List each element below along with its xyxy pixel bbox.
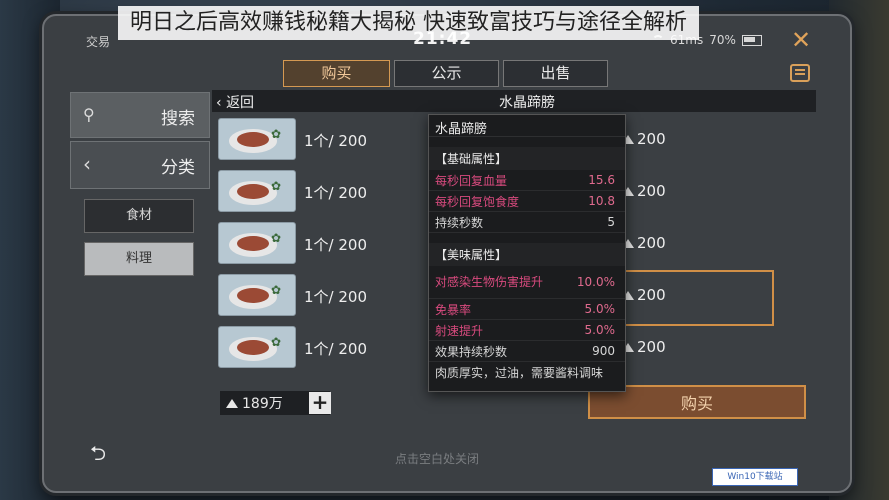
tooltip-stat-row: 免暴率 5.0% (429, 299, 625, 320)
watermark-logo: Win10下载站 (712, 468, 798, 486)
search-button[interactable]: ⚲ 搜索 (70, 92, 210, 138)
tab-buy[interactable]: 购买 (283, 60, 390, 87)
record-icon[interactable] (790, 64, 810, 82)
battery-icon (741, 34, 762, 46)
tooltip-stat-row: 效果持续秒数 900 (429, 341, 625, 362)
add-currency-button[interactable]: + (309, 392, 331, 414)
category-button[interactable]: ‹ 分类 (70, 141, 210, 189)
item-tooltip: 水晶蹄膀 【基础属性】 每秒回复血量 15.6 每秒回复饱食度 10.8 持续秒数 5… (428, 114, 626, 392)
search-icon: ⚲ (83, 105, 95, 124)
currency-amount: 189万 (242, 396, 283, 412)
item-thumbnail: ✿ (218, 326, 296, 368)
screen-name: 交易 (86, 35, 111, 49)
tooltip-stat-row: 射速提升 5.0% (429, 320, 625, 341)
trade-tabs: 购买 公示 出售 (283, 60, 608, 87)
list-title: 水晶蹄膀 (499, 95, 555, 111)
tooltip-section-basic: 【基础属性】 (429, 147, 625, 170)
close-hint: 点击空白处关闭 (395, 452, 480, 466)
chevron-left-icon: ‹ (83, 152, 91, 176)
item-thumbnail: ✿ (218, 118, 296, 160)
item-price: 1个/ 200 (304, 236, 367, 254)
item-right-price: 200 (622, 182, 666, 200)
item-thumbnail: ✿ (218, 222, 296, 264)
item-price: 1个/ 200 (304, 340, 367, 358)
item-thumbnail: ✿ (218, 274, 296, 316)
sidebar-item-ingredients[interactable]: 食材 (84, 199, 194, 233)
currency-icon (226, 398, 238, 408)
item-price: 1个/ 200 (304, 288, 367, 306)
tooltip-stat-row: 持续秒数 5 (429, 212, 625, 233)
article-title-banner: 明日之后高效赚钱秘籍大揭秘 快速致富技巧与途径全解析 (118, 6, 699, 40)
item-right-price: 200 (622, 338, 666, 356)
list-header: ‹ 返回 水晶蹄膀 (212, 90, 816, 112)
item-price: 1个/ 200 (304, 132, 367, 150)
return-icon[interactable]: ⮌ (58, 440, 138, 466)
back-label: 返回 (226, 95, 255, 111)
tooltip-description: 肉质厚实，过油，需要酱料调味 (435, 366, 604, 380)
item-price: 1个/ 200 (304, 184, 367, 202)
item-thumbnail: ✿ (218, 170, 296, 212)
sidebar-item-cooking[interactable]: 料理 (84, 242, 194, 276)
tooltip-stat-row: 每秒回复饱食度 10.8 (429, 191, 625, 212)
tooltip-stat-row: 对感染生物伤害提升 10.0% (429, 266, 625, 299)
back-link[interactable]: ‹ 返回 (216, 92, 254, 112)
tooltip-title: 水晶蹄膀 (429, 115, 625, 137)
tab-sell[interactable]: 出售 (503, 60, 608, 87)
category-label: 分类 (161, 158, 195, 178)
battery-level: 70% (709, 33, 736, 47)
tooltip-stat-row: 每秒回复血量 15.6 (429, 170, 625, 191)
tooltip-section-taste: 【美味属性】 (429, 243, 625, 266)
item-right-price: 200 (622, 130, 666, 148)
tab-public[interactable]: 公示 (394, 60, 499, 87)
close-icon[interactable]: ✕ (788, 27, 814, 53)
sidebar: ⚲ 搜索 ‹ 分类 食材 料理 (70, 92, 210, 276)
item-right-price: 200 (622, 234, 666, 252)
search-label: 搜索 (161, 109, 195, 129)
